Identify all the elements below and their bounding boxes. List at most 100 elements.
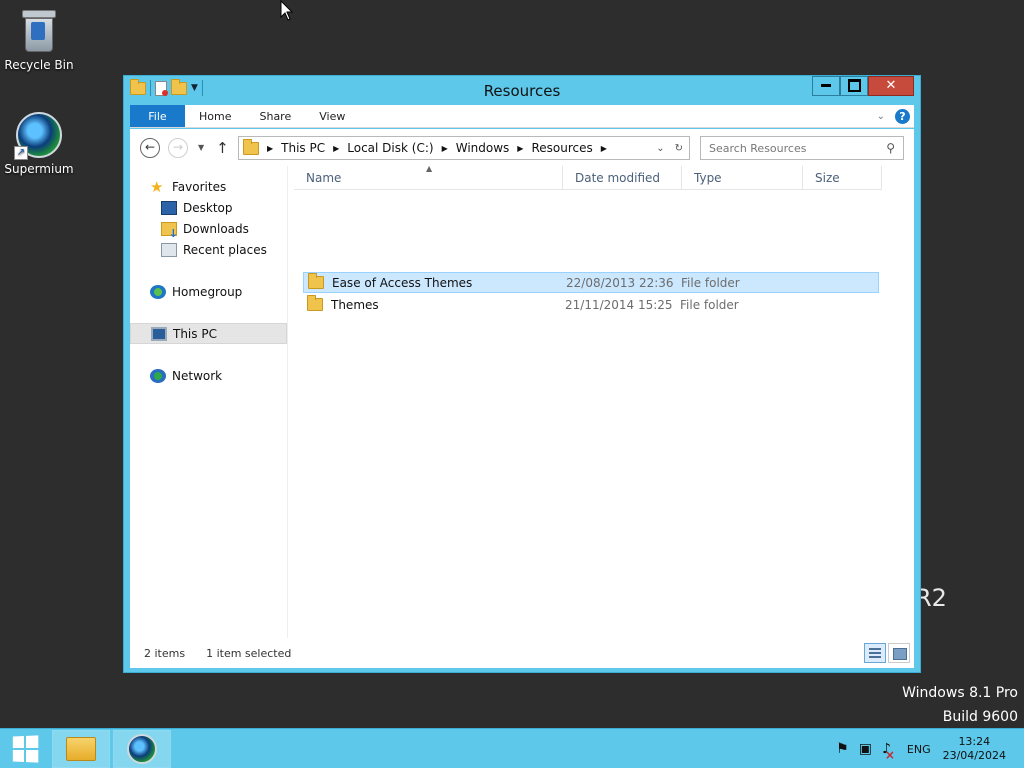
address-history-icon[interactable]: ⌄ xyxy=(656,143,664,154)
supermium-icon xyxy=(127,734,157,764)
folder-icon xyxy=(307,295,323,311)
column-header-name[interactable]: ▲ Name xyxy=(294,164,563,189)
nav-item-downloads[interactable]: Downloads xyxy=(130,218,287,240)
navigation-pane: ★ Favorites Desktop Downloads Recent pla… xyxy=(130,166,288,638)
title-bar[interactable]: ▼ Resources ✕ xyxy=(124,76,920,104)
file-name: Ease of Access Themes xyxy=(332,275,473,290)
nav-network[interactable]: Network xyxy=(130,365,287,386)
breadcrumb-separator-icon[interactable]: ▶ xyxy=(601,144,607,153)
file-name: Themes xyxy=(331,297,379,312)
favorites-star-icon: ★ xyxy=(150,177,164,196)
refresh-icon[interactable]: ↻ xyxy=(675,143,683,154)
expand-ribbon-icon[interactable]: ⌄ xyxy=(877,111,885,122)
search-input[interactable] xyxy=(709,141,869,155)
taskbar-file-explorer[interactable] xyxy=(52,730,110,768)
explorer-window: ▼ Resources ✕ File Home Share View ⌄ ? ←… xyxy=(123,75,921,673)
recycle-bin-icon xyxy=(21,8,57,54)
address-bar[interactable]: ▶ This PC ▶ Local Disk (C:) ▶ Windows ▶ Reso… xyxy=(238,136,690,160)
windows-logo-icon xyxy=(12,735,39,763)
this-pc-icon xyxy=(151,326,167,341)
breadcrumb-this-pc[interactable]: This PC xyxy=(281,141,325,155)
supermium-icon: ↗ xyxy=(14,112,62,160)
nav-item-desktop[interactable]: Desktop xyxy=(130,197,287,218)
breadcrumb-separator-icon[interactable]: ▶ xyxy=(333,144,339,153)
desktop-icon-recycle-bin[interactable]: Recycle Bin xyxy=(0,8,79,72)
nav-label: Downloads xyxy=(183,221,249,236)
desktop-icon-supermium[interactable]: ↗ Supermium xyxy=(0,112,79,176)
column-header-size[interactable]: Size xyxy=(803,166,882,189)
file-explorer-icon xyxy=(66,737,96,761)
file-date: 22/08/2013 22:36 xyxy=(566,275,674,290)
file-type: File folder xyxy=(680,297,739,312)
column-label: Date modified xyxy=(575,171,661,185)
homegroup-icon xyxy=(150,284,166,299)
nav-homegroup[interactable]: Homegroup xyxy=(130,281,287,302)
breadcrumb-separator-icon[interactable]: ▶ xyxy=(442,144,448,153)
window-controls: ✕ xyxy=(812,76,914,96)
nav-this-pc[interactable]: This PC xyxy=(130,323,287,344)
recent-locations-icon[interactable]: ▼ xyxy=(198,143,204,152)
column-label: Size xyxy=(815,171,840,185)
os-version-watermark: Windows 8.1 Pro xyxy=(902,685,1018,701)
downloads-icon xyxy=(161,221,178,240)
column-headers: ▲ Name Date modified Type Size xyxy=(294,164,882,190)
volume-muted-icon[interactable]: ♪ xyxy=(882,741,895,762)
os-build-watermark: Build 9600 xyxy=(942,709,1018,725)
breadcrumb-local-disk[interactable]: Local Disk (C:) xyxy=(347,141,433,155)
file-row-themes[interactable]: Themes 21/11/2014 15:25 File folder xyxy=(303,294,879,315)
nav-label: Recent places xyxy=(183,242,267,257)
file-row-ease-of-access-themes[interactable]: Ease of Access Themes 22/08/2013 22:36 F… xyxy=(303,272,879,293)
tab-share[interactable]: Share xyxy=(245,105,305,127)
item-count: 2 items xyxy=(144,646,186,660)
nav-favorites[interactable]: ★ Favorites xyxy=(130,176,287,197)
search-box[interactable]: ⚲ xyxy=(700,136,904,160)
up-button[interactable]: ↑ xyxy=(216,139,229,157)
clock[interactable]: 13:24 23/04/2024 xyxy=(943,735,1006,763)
ribbon-tabs: File Home Share View ⌄ ? xyxy=(130,105,914,128)
taskbar: ⚑ ▣ ♪ ENG 13:24 23/04/2024 xyxy=(0,728,1024,768)
tab-view[interactable]: View xyxy=(305,105,359,127)
desktop-icon xyxy=(161,200,177,215)
network-status-icon[interactable]: ▣ xyxy=(859,741,872,757)
desktop-icon-label: Supermium xyxy=(4,162,74,176)
language-indicator[interactable]: ENG xyxy=(907,743,931,756)
column-label: Type xyxy=(694,171,722,185)
window-title: Resources xyxy=(483,82,561,100)
breadcrumb-separator-icon[interactable]: ▶ xyxy=(517,144,523,153)
selection-count: 1 item selected xyxy=(206,646,292,660)
start-button[interactable] xyxy=(0,729,50,768)
forward-button[interactable]: → xyxy=(168,137,188,158)
shortcut-arrow-icon: ↗ xyxy=(14,146,28,160)
nav-label: Homegroup xyxy=(172,284,243,299)
minimize-button[interactable] xyxy=(812,76,840,96)
back-button[interactable]: ← xyxy=(140,137,160,158)
nav-item-recent-places[interactable]: Recent places xyxy=(130,239,287,260)
navigation-bar: ← → ▼ ↑ ▶ This PC ▶ Local Disk (C:) ▶ Windo… xyxy=(130,129,914,166)
column-header-date-modified[interactable]: Date modified xyxy=(563,166,682,189)
file-date: 21/11/2014 15:25 xyxy=(565,297,673,312)
tab-file[interactable]: File xyxy=(130,105,185,127)
taskbar-supermium[interactable] xyxy=(113,730,171,768)
search-icon[interactable]: ⚲ xyxy=(886,141,895,155)
details-view-button[interactable] xyxy=(864,643,886,663)
file-list: ▲ Name Date modified Type Size Ease of A… xyxy=(294,164,914,638)
help-icon[interactable]: ? xyxy=(895,108,910,124)
clock-time: 13:24 xyxy=(958,735,991,748)
tab-home[interactable]: Home xyxy=(185,105,245,127)
sort-ascending-icon: ▲ xyxy=(426,164,433,173)
breadcrumb-windows[interactable]: Windows xyxy=(456,141,510,155)
status-bar: 2 items 1 item selected xyxy=(130,638,914,668)
breadcrumb-resources[interactable]: Resources xyxy=(531,141,592,155)
column-header-type[interactable]: Type xyxy=(682,166,803,189)
action-center-flag-icon[interactable]: ⚑ xyxy=(836,741,849,757)
clock-date: 23/04/2024 xyxy=(942,749,1006,762)
explorer-content: ★ Favorites Desktop Downloads Recent pla… xyxy=(130,164,914,638)
breadcrumb-separator-icon[interactable]: ▶ xyxy=(267,144,273,153)
large-icons-view-button[interactable] xyxy=(888,643,910,663)
system-tray: ⚑ ▣ ♪ ENG 13:24 23/04/2024 xyxy=(836,729,1024,768)
column-label: Name xyxy=(306,171,342,185)
maximize-button[interactable] xyxy=(840,76,868,96)
recent-places-icon xyxy=(161,242,177,257)
desktop-icon-label: Recycle Bin xyxy=(4,58,74,72)
close-button[interactable]: ✕ xyxy=(868,76,914,96)
